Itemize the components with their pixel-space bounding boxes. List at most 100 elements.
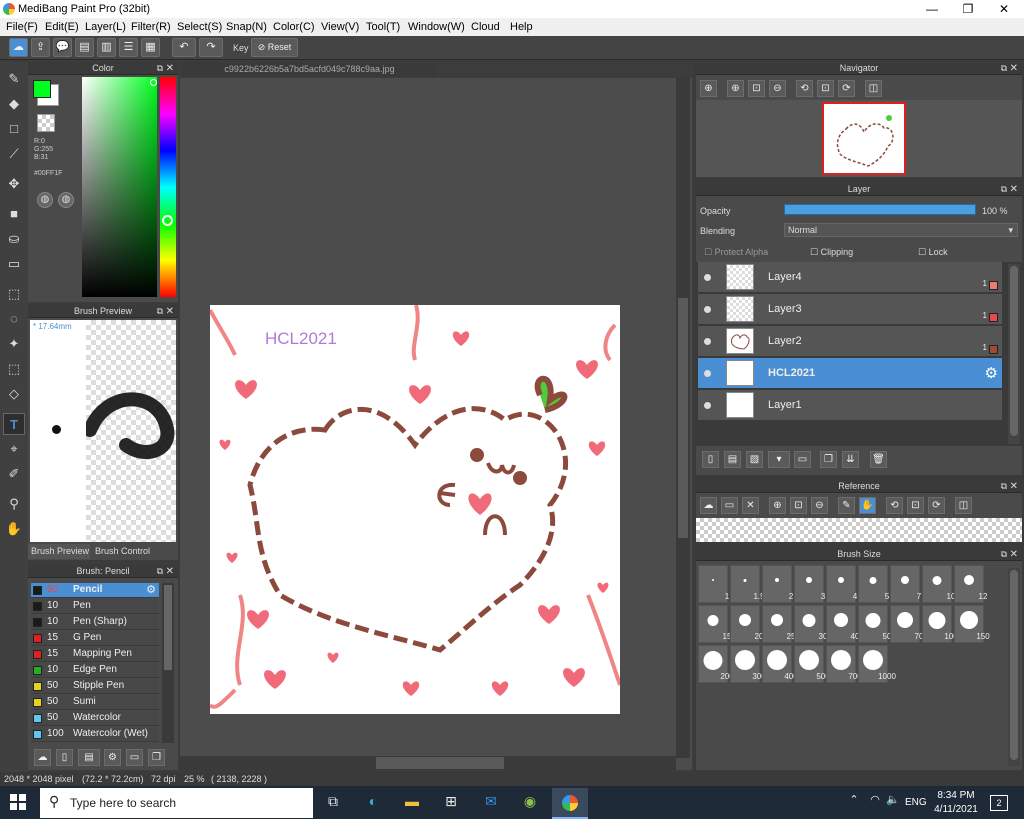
minimize-button[interactable]: — [914, 0, 950, 18]
app-icon-green[interactable]: ◉ [519, 793, 541, 813]
brush-size-option[interactable]: 15 [698, 605, 731, 643]
menu-layer[interactable]: Layer(L) [85, 21, 126, 33]
trash-icon[interactable]: 🗑 [870, 451, 887, 468]
zoom-in-icon[interactable]: ⊕ [769, 497, 786, 514]
rotate-right-icon[interactable]: ⟳ [838, 80, 855, 97]
clock[interactable]: 8:34 PM 4/11/2021 [930, 789, 982, 817]
drawing-canvas[interactable]: HCL2021 [210, 305, 620, 714]
brush-size-option[interactable]: 150 [954, 605, 990, 643]
undo-icon[interactable]: ↶ [172, 38, 196, 57]
divide-tool-icon[interactable]: ✐ [3, 463, 25, 485]
flip-icon[interactable]: ◫ [955, 497, 972, 514]
eye-icon[interactable] [704, 306, 711, 313]
grid-icon[interactable]: ▦ [141, 38, 160, 57]
reference-view[interactable] [696, 518, 1022, 542]
layer-row[interactable]: Layer2 1 [698, 326, 1002, 357]
rotate-reset-icon[interactable]: ⊡ [817, 80, 834, 97]
close-icon[interactable]: ✕ [742, 497, 759, 514]
brush-item[interactable]: 50 Sumi [31, 695, 159, 710]
text-tool-icon[interactable]: T [3, 413, 25, 435]
new-8bit-layer-icon[interactable]: ▧ [746, 451, 763, 468]
layer-scrollbar[interactable] [1008, 264, 1020, 444]
eyedropper-icon[interactable]: ✎ [838, 497, 855, 514]
new-halftone-layer-icon[interactable]: ▤ [724, 451, 741, 468]
eye-icon[interactable] [704, 274, 711, 281]
tab-brush-preview[interactable]: Brush Preview [28, 544, 90, 559]
menu-filter[interactable]: Filter(R) [131, 21, 171, 33]
open-folder-icon[interactable]: ▭ [721, 497, 738, 514]
popout-icon[interactable]: ⧉ [157, 305, 163, 318]
brush-item[interactable]: 100 Watercolor (Wet) [31, 727, 159, 742]
store-icon[interactable]: ⊞ [440, 793, 462, 813]
popout-icon[interactable]: ⧉ [157, 62, 163, 75]
document-tab[interactable]: c9922b6226b5a7bd5acfd049c788c9aa.jpg [182, 62, 437, 77]
brush-item[interactable]: 15 Mapping Pen [31, 647, 159, 662]
brush-size-scrollbar[interactable] [1008, 568, 1020, 766]
popout-icon[interactable]: ⧉ [1001, 183, 1007, 196]
popout-icon[interactable]: ⧉ [1001, 548, 1007, 561]
menu-cloud[interactable]: Cloud [471, 21, 500, 33]
chevron-up-icon[interactable]: ⌃ [843, 793, 865, 813]
rotate-reset-icon[interactable]: ⊡ [907, 497, 924, 514]
brush-tool-icon[interactable]: ✎ [3, 68, 25, 90]
brush-item[interactable]: 50 Pencil ⚙ [31, 583, 159, 598]
brush-item[interactable]: 15 G Pen [31, 631, 159, 646]
select-eraser-tool-icon[interactable]: ◇ [3, 383, 25, 405]
popout-icon[interactable]: ⧉ [1001, 480, 1007, 493]
close-icon[interactable]: ✕ [1010, 62, 1018, 75]
brush-list-scrollbar[interactable] [162, 583, 174, 743]
brush-size-option[interactable]: 1000 [858, 645, 896, 683]
palette-icon[interactable]: ◍ [37, 192, 53, 208]
flip-icon[interactable]: ◫ [865, 80, 882, 97]
canvas-horizontal-scrollbar[interactable] [180, 756, 676, 770]
close-icon[interactable]: ✕ [1010, 480, 1018, 493]
zoom-plus-icon[interactable]: ⊕ [727, 80, 744, 97]
fit-icon[interactable]: ⊡ [790, 497, 807, 514]
menu-snap[interactable]: Snap(N) [226, 21, 267, 33]
new-brush-icon[interactable]: ▯ [56, 749, 73, 766]
close-icon[interactable]: ✕ [1010, 183, 1018, 196]
brush-size-option[interactable]: 25 [762, 605, 795, 643]
hue-cursor[interactable] [162, 215, 173, 226]
popout-icon[interactable]: ⧉ [1001, 62, 1007, 75]
rotate-right-icon[interactable]: ⟳ [928, 497, 945, 514]
cloud-upload-icon[interactable]: ☁ [34, 749, 51, 766]
merge-layer-icon[interactable]: ⇊ [842, 451, 859, 468]
volume-icon[interactable]: 🔈 [882, 793, 904, 813]
medibang-taskbar-button[interactable] [552, 788, 588, 819]
eye-icon[interactable] [704, 402, 711, 409]
fit-icon[interactable]: ⊡ [748, 80, 765, 97]
rotate-left-icon[interactable]: ⟲ [796, 80, 813, 97]
fill-rect-tool-icon[interactable]: ■ [3, 203, 25, 225]
brush-size-option[interactable]: 50 [858, 605, 891, 643]
list-icon[interactable]: ☰ [119, 38, 138, 57]
move-tool-icon[interactable]: ✥ [3, 173, 25, 195]
navigator-view[interactable] [696, 100, 1022, 177]
opacity-slider[interactable] [784, 204, 976, 215]
brush-size-option[interactable]: 1 [698, 565, 729, 603]
sv-cursor[interactable] [150, 79, 157, 86]
navigator-thumbnail[interactable] [822, 102, 906, 175]
rotate-left-icon[interactable]: ⟲ [886, 497, 903, 514]
brush-size-option[interactable]: 2 [762, 565, 793, 603]
menu-color[interactable]: Color(C) [273, 21, 315, 33]
protect-alpha-checkbox[interactable]: ☐ Protect Alpha [704, 247, 768, 258]
eye-icon[interactable] [704, 370, 711, 377]
brush-item[interactable]: 50 Watercolor [31, 711, 159, 726]
zoom-in-icon[interactable]: ⊕ [700, 80, 717, 97]
brush-size-option[interactable]: 200 [698, 645, 734, 683]
popout-icon[interactable]: ⧉ [157, 565, 163, 578]
gear-icon[interactable]: ⚙ [985, 364, 998, 382]
zoom-out-icon[interactable]: ⊖ [811, 497, 828, 514]
brush-size-option[interactable]: 10 [922, 565, 955, 603]
close-icon[interactable]: ✕ [1010, 548, 1018, 561]
menu-edit[interactable]: Edit(E) [45, 21, 79, 33]
brush-item[interactable]: 50 Stipple Pen [31, 679, 159, 694]
layer-row[interactable]: Layer3 1 [698, 294, 1002, 325]
gear-icon[interactable]: ⚙ [146, 583, 156, 596]
brush-size-option[interactable]: 300 [730, 645, 766, 683]
menu-tool[interactable]: Tool(T) [366, 21, 400, 33]
gradient-tool-icon[interactable]: ▭ [3, 253, 25, 275]
mail-icon[interactable]: ✉ [480, 793, 502, 813]
tab-brush-control[interactable]: Brush Control [92, 544, 158, 559]
